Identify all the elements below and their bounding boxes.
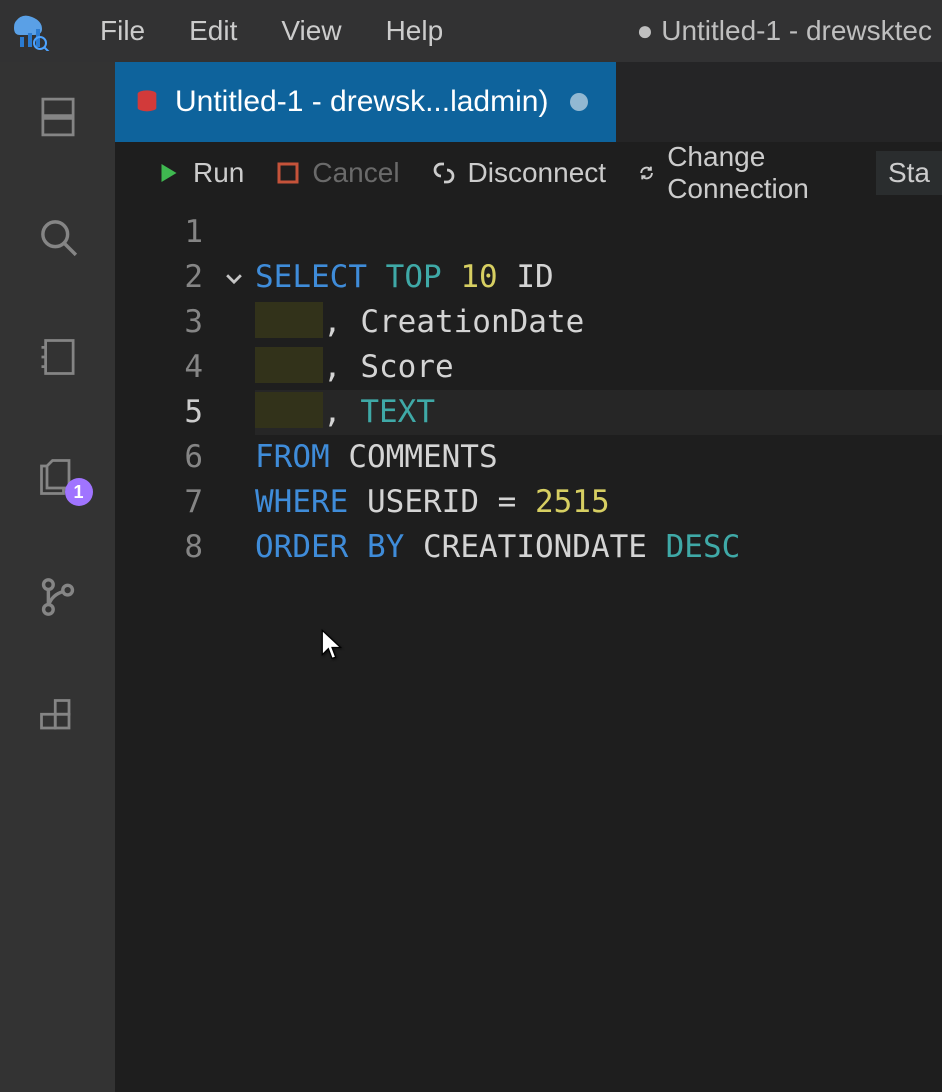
token bbox=[367, 259, 386, 295]
fold-cell bbox=[223, 210, 255, 255]
change-connection-label: Change Connection bbox=[667, 141, 844, 205]
code-content[interactable]: SELECT TOP 10 ID, CreationDate, Score, T… bbox=[255, 210, 942, 1092]
database-icon bbox=[133, 88, 161, 116]
menu-bar: File Edit View Help ● Untitled-1 - drews… bbox=[0, 0, 942, 62]
fold-cell bbox=[223, 300, 255, 345]
editor-area: Untitled-1 - drewsk...ladmin) Run Cancel… bbox=[115, 62, 942, 1092]
token: = bbox=[479, 484, 535, 520]
line-number: 3 bbox=[115, 300, 203, 345]
menu-view[interactable]: View bbox=[259, 15, 363, 47]
token bbox=[442, 259, 461, 295]
token: TOP bbox=[386, 259, 442, 295]
code-line[interactable]: ORDER BY CREATIONDATE DESC bbox=[255, 525, 942, 570]
tab-label: Untitled-1 - drewsk...ladmin) bbox=[175, 85, 548, 119]
line-number: 5 bbox=[115, 390, 203, 435]
app-logo-icon bbox=[10, 11, 50, 51]
tab-untitled-1[interactable]: Untitled-1 - drewsk...ladmin) bbox=[115, 62, 616, 142]
dirty-indicator-icon bbox=[570, 93, 588, 111]
token: DESC bbox=[666, 529, 741, 565]
fold-cell bbox=[223, 345, 255, 390]
chevron-down-icon bbox=[223, 267, 245, 289]
token: ID bbox=[516, 259, 553, 295]
run-button[interactable]: Run bbox=[157, 157, 244, 189]
menu-help[interactable]: Help bbox=[364, 15, 466, 47]
code-line[interactable]: , Score bbox=[255, 345, 942, 390]
token: Score bbox=[360, 349, 453, 385]
indent-guide bbox=[255, 347, 323, 383]
token: , bbox=[323, 394, 360, 430]
code-line[interactable]: , TEXT bbox=[255, 390, 942, 435]
token: COMMENTS bbox=[348, 439, 497, 475]
activity-source-control[interactable] bbox=[33, 572, 83, 622]
line-number: 2 bbox=[115, 255, 203, 300]
indent-guide bbox=[255, 392, 323, 428]
line-number: 4 bbox=[115, 345, 203, 390]
line-number: 6 bbox=[115, 435, 203, 480]
cancel-button[interactable]: Cancel bbox=[276, 157, 399, 189]
mouse-cursor-icon bbox=[319, 628, 345, 675]
menu-file[interactable]: File bbox=[78, 15, 167, 47]
token: 2515 bbox=[535, 484, 610, 520]
code-line[interactable]: WHERE USERID = 2515 bbox=[255, 480, 942, 525]
token bbox=[348, 484, 367, 520]
trailing-action-button[interactable]: Sta bbox=[876, 151, 942, 195]
token: SELECT bbox=[255, 259, 367, 295]
tab-strip: Untitled-1 - drewsk...ladmin) bbox=[115, 62, 942, 142]
line-number-gutter: 12345678 bbox=[115, 210, 223, 1092]
explorer-badge: 1 bbox=[65, 478, 93, 506]
token: WHERE bbox=[255, 484, 348, 520]
code-line[interactable]: FROM COMMENTS bbox=[255, 435, 942, 480]
code-line[interactable]: , CreationDate bbox=[255, 300, 942, 345]
disconnect-label: Disconnect bbox=[468, 157, 607, 189]
fold-cell bbox=[223, 525, 255, 570]
token: USERID bbox=[367, 484, 479, 520]
activity-search[interactable] bbox=[33, 212, 83, 262]
cancel-label: Cancel bbox=[312, 157, 399, 189]
token: CreationDate bbox=[360, 304, 584, 340]
activity-notebooks[interactable] bbox=[33, 332, 83, 382]
token: , bbox=[323, 349, 360, 385]
token bbox=[348, 529, 367, 565]
line-number: 7 bbox=[115, 480, 203, 525]
disconnect-button[interactable]: Disconnect bbox=[432, 157, 607, 189]
token bbox=[404, 529, 423, 565]
fold-cell bbox=[223, 390, 255, 435]
run-label: Run bbox=[193, 157, 244, 189]
token: FROM bbox=[255, 439, 330, 475]
change-connection-button[interactable]: Change Connection bbox=[638, 141, 844, 205]
query-action-bar: Run Cancel Disconnect C bbox=[115, 142, 942, 204]
token: 10 bbox=[460, 259, 497, 295]
menu-edit[interactable]: Edit bbox=[167, 15, 259, 47]
fold-cell bbox=[223, 480, 255, 525]
fold-cell bbox=[223, 435, 255, 480]
code-line[interactable] bbox=[255, 210, 942, 255]
trailing-action-label: Sta bbox=[888, 157, 930, 189]
token bbox=[647, 529, 666, 565]
fold-gutter bbox=[223, 210, 255, 1092]
token bbox=[498, 259, 517, 295]
activity-bar: 1 bbox=[0, 62, 115, 1092]
token: TEXT bbox=[360, 394, 435, 430]
activity-servers[interactable] bbox=[33, 92, 83, 142]
token bbox=[330, 439, 349, 475]
code-editor[interactable]: 12345678 SELECT TOP 10 ID, CreationDate,… bbox=[115, 204, 942, 1092]
code-line[interactable]: SELECT TOP 10 ID bbox=[255, 255, 942, 300]
line-number: 1 bbox=[115, 210, 203, 255]
token: , bbox=[323, 304, 360, 340]
window-title: ● Untitled-1 - drewsktec bbox=[637, 15, 942, 47]
token: BY bbox=[367, 529, 404, 565]
line-number: 8 bbox=[115, 525, 203, 570]
fold-cell[interactable] bbox=[223, 255, 255, 300]
activity-extensions[interactable] bbox=[33, 692, 83, 742]
token: ORDER bbox=[255, 529, 348, 565]
token: CREATIONDATE bbox=[423, 529, 647, 565]
indent-guide bbox=[255, 302, 323, 338]
activity-explorer[interactable]: 1 bbox=[33, 452, 83, 502]
